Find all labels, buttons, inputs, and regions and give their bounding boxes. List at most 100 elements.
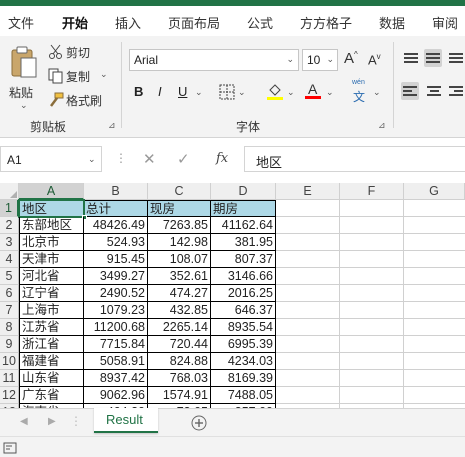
column-header-a[interactable]: A: [19, 183, 84, 200]
tab-file[interactable]: 文件: [8, 13, 34, 32]
table-cell-total[interactable]: 8937.42: [84, 370, 148, 387]
formula-input[interactable]: 地区: [244, 146, 465, 172]
table-cell-presale[interactable]: 41162.64: [211, 217, 276, 234]
table-cell-total[interactable]: 3499.27: [84, 268, 148, 285]
row-header[interactable]: 7: [0, 302, 19, 319]
font-color-dropdown-icon[interactable]: ⌄: [326, 87, 334, 98]
tab-formulas[interactable]: 公式: [247, 13, 273, 32]
next-sheet-icon[interactable]: ▶: [48, 416, 56, 427]
tab-review[interactable]: 审阅: [432, 13, 458, 32]
column-header-c[interactable]: C: [148, 183, 211, 200]
table-cell-presale[interactable]: 381.95: [211, 234, 276, 251]
tab-fangfang[interactable]: 方方格子: [300, 13, 352, 32]
phonetic-dropdown-icon[interactable]: ⌄: [373, 87, 381, 98]
font-name-box[interactable]: Arial ⌄: [129, 49, 299, 71]
column-header-d[interactable]: D: [211, 183, 276, 200]
header-cell-presale[interactable]: 期房: [211, 200, 276, 217]
row-header[interactable]: 5: [0, 268, 19, 285]
increase-font-icon[interactable]: A^: [344, 50, 358, 67]
table-cell-total[interactable]: 1079.23: [84, 302, 148, 319]
font-color-icon[interactable]: A: [305, 80, 321, 100]
tab-home[interactable]: 开始: [62, 13, 88, 32]
table-cell-existing[interactable]: 7263.85: [148, 217, 211, 234]
paste-button[interactable]: 粘贴 ⌄: [6, 44, 42, 114]
tab-insert[interactable]: 插入: [115, 13, 141, 32]
table-cell-region[interactable]: 北京市: [19, 234, 84, 251]
italic-button[interactable]: I: [158, 84, 162, 99]
align-center-icon[interactable]: [427, 86, 441, 98]
table-cell-presale[interactable]: 646.37: [211, 302, 276, 319]
align-middle-button[interactable]: [424, 49, 442, 67]
font-size-box[interactable]: 10 ⌄: [302, 49, 338, 71]
tab-page-layout[interactable]: 页面布局: [168, 13, 220, 32]
table-cell-region[interactable]: 河北省: [19, 268, 84, 285]
table-cell-region[interactable]: 福建省: [19, 353, 84, 370]
row-header[interactable]: 1: [0, 200, 19, 217]
table-cell-existing[interactable]: 474.27: [148, 285, 211, 302]
row-header[interactable]: 9: [0, 336, 19, 353]
decrease-font-icon[interactable]: Av: [368, 52, 381, 67]
phonetic-guide-icon[interactable]: wén 文: [350, 79, 372, 104]
table-cell-existing[interactable]: 824.88: [148, 353, 211, 370]
row-header[interactable]: 11: [0, 370, 19, 387]
table-cell-existing[interactable]: 1574.91: [148, 387, 211, 404]
table-cell-presale[interactable]: 2016.25: [211, 285, 276, 302]
table-cell-presale[interactable]: 8169.39: [211, 370, 276, 387]
clipboard-launcher-icon[interactable]: ⊿: [108, 120, 116, 131]
table-cell-total[interactable]: 915.45: [84, 251, 148, 268]
font-launcher-icon[interactable]: ⊿: [378, 120, 386, 131]
tab-data[interactable]: 数据: [379, 13, 405, 32]
cancel-icon[interactable]: ✕: [143, 150, 156, 168]
table-cell-total[interactable]: 11200.68: [84, 319, 148, 336]
table-cell-region[interactable]: 上海市: [19, 302, 84, 319]
table-cell-region[interactable]: 天津市: [19, 251, 84, 268]
underline-dropdown-icon[interactable]: ⌄: [195, 87, 203, 98]
header-cell-total[interactable]: 总计: [84, 200, 148, 217]
table-cell-presale[interactable]: 3146.66: [211, 268, 276, 285]
table-cell-existing[interactable]: 352.61: [148, 268, 211, 285]
column-header-e[interactable]: E: [276, 183, 340, 200]
row-header[interactable]: 12: [0, 387, 19, 404]
column-header-f[interactable]: F: [340, 183, 404, 200]
align-bottom-icon[interactable]: [449, 53, 463, 65]
table-cell-existing[interactable]: 768.03: [148, 370, 211, 387]
row-header[interactable]: 4: [0, 251, 19, 268]
table-cell-presale[interactable]: 4234.03: [211, 353, 276, 370]
copy-dropdown-icon[interactable]: ⌄: [100, 69, 108, 80]
column-header-b[interactable]: B: [84, 183, 148, 200]
table-cell-total[interactable]: 524.93: [84, 234, 148, 251]
table-cell-region[interactable]: 浙江省: [19, 336, 84, 353]
table-cell-presale[interactable]: 6995.39: [211, 336, 276, 353]
table-cell-existing[interactable]: 432.85: [148, 302, 211, 319]
align-left-button[interactable]: [401, 82, 419, 100]
prev-sheet-icon[interactable]: ◀: [20, 416, 28, 427]
row-header[interactable]: 10: [0, 353, 19, 370]
row-header[interactable]: 2: [0, 217, 19, 234]
align-right-icon[interactable]: [449, 86, 463, 98]
format-painter-button[interactable]: 格式刷: [48, 91, 118, 111]
fill-color-icon[interactable]: [266, 82, 284, 100]
select-all-button[interactable]: [0, 183, 19, 200]
table-cell-total[interactable]: 7715.84: [84, 336, 148, 353]
border-icon[interactable]: [219, 84, 235, 100]
table-cell-presale[interactable]: 807.37: [211, 251, 276, 268]
header-cell-existing[interactable]: 现房: [148, 200, 211, 217]
table-cell-existing[interactable]: 720.44: [148, 336, 211, 353]
cut-button[interactable]: 剪切: [48, 43, 108, 63]
add-sheet-icon[interactable]: [191, 415, 207, 431]
name-box[interactable]: A1 ⌄: [0, 146, 102, 172]
bold-button[interactable]: B: [134, 84, 143, 99]
empty-cells-area[interactable]: [276, 200, 465, 421]
table-cell-presale[interactable]: 8935.54: [211, 319, 276, 336]
border-dropdown-icon[interactable]: ⌄: [238, 87, 246, 98]
table-cell-total[interactable]: 2490.52: [84, 285, 148, 302]
row-header[interactable]: 8: [0, 319, 19, 336]
table-cell-total[interactable]: 9062.96: [84, 387, 148, 404]
table-cell-existing[interactable]: 108.07: [148, 251, 211, 268]
align-top-icon[interactable]: [404, 53, 418, 65]
underline-button[interactable]: U: [178, 84, 187, 99]
row-header[interactable]: 3: [0, 234, 19, 251]
header-cell-region[interactable]: 地区: [19, 200, 84, 217]
paste-dropdown-icon[interactable]: ⌄: [20, 100, 28, 111]
confirm-icon[interactable]: ✓: [177, 150, 190, 168]
